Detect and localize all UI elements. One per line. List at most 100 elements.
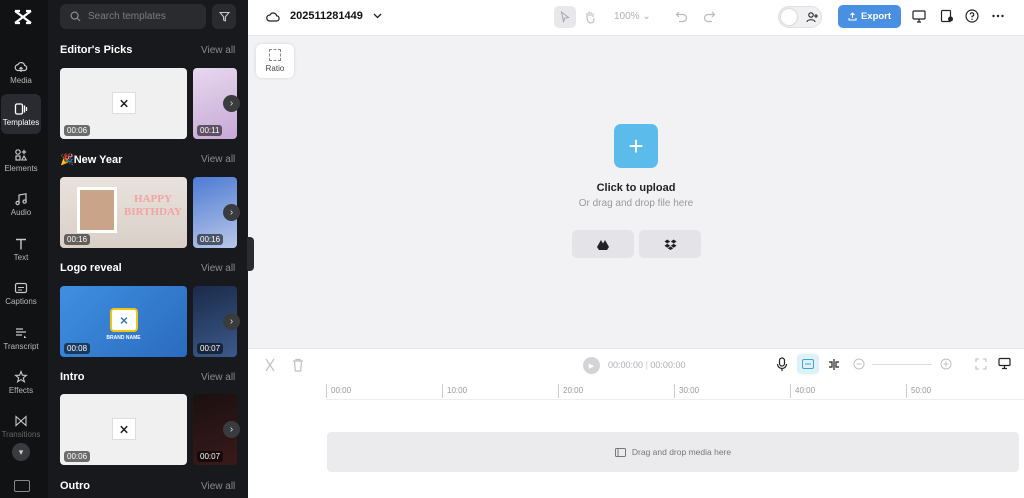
- duration-badge: 00:11: [197, 125, 223, 136]
- sidebar-item-label: Transitions: [1, 429, 41, 439]
- undo-icon[interactable]: [675, 10, 688, 23]
- media-icon: [614, 447, 626, 457]
- sidebar-item-label: Captions: [5, 296, 37, 306]
- more-options-icon[interactable]: [991, 9, 1005, 23]
- zoom-slider[interactable]: [872, 364, 932, 365]
- duration-badge: 00:07: [197, 343, 224, 354]
- sidebar-item-label: Transcript: [3, 341, 39, 351]
- project-name[interactable]: 202511281449: [290, 10, 363, 22]
- collapse-panel-handle[interactable]: [247, 237, 254, 271]
- export-button[interactable]: Export: [838, 5, 901, 28]
- current-time: 00:00:00: [608, 360, 644, 370]
- template-thumbnail[interactable]: ⨯ BRAND NAME 00:08: [60, 286, 187, 357]
- select-tool-button[interactable]: [554, 6, 576, 28]
- sidebar-item-transcript[interactable]: Transcript: [1, 318, 41, 358]
- transitions-icon: [15, 414, 27, 427]
- capcut-logo-icon[interactable]: [12, 7, 34, 27]
- zoom-in-icon[interactable]: [940, 358, 952, 370]
- sidebar-item-transitions[interactable]: Transitions: [1, 406, 41, 446]
- monitor-icon[interactable]: [998, 357, 1011, 370]
- add-user-icon: [806, 12, 818, 23]
- ruler-tick: 30:00: [674, 384, 699, 398]
- google-drive-button[interactable]: [572, 230, 634, 258]
- view-all-link[interactable]: View all: [201, 45, 235, 56]
- help-icon[interactable]: [965, 9, 979, 23]
- scroll-right-button[interactable]: ›: [223, 204, 240, 221]
- plus-icon: +: [628, 130, 644, 161]
- search-box[interactable]: [60, 4, 206, 29]
- media-drop-zone[interactable]: Drag and drop media here: [327, 432, 1019, 472]
- view-all-link[interactable]: View all: [201, 481, 235, 492]
- cloud-upload-icon: [14, 61, 28, 72]
- elements-icon: [15, 148, 28, 161]
- templates-icon: [14, 102, 28, 115]
- sidebar-item-label: Audio: [10, 207, 32, 217]
- toggle-knob: [781, 9, 797, 25]
- total-time: 00:00:00: [650, 360, 686, 370]
- section-title: 🎉New Year: [60, 154, 123, 166]
- search-icon: [70, 11, 81, 22]
- filter-button[interactable]: [212, 4, 236, 29]
- fullscreen-icon[interactable]: [975, 358, 987, 370]
- auto-caption-button[interactable]: [797, 354, 819, 374]
- collab-toggle[interactable]: [778, 6, 822, 28]
- photo-frame: [77, 187, 117, 233]
- play-button[interactable]: ▶: [583, 357, 600, 374]
- template-thumbnail[interactable]: ⨯ 00:06: [60, 68, 187, 139]
- effects-icon: [14, 369, 28, 383]
- capcut-logo-icon: ⨯: [112, 92, 136, 114]
- template-thumbnail[interactable]: ⨯ 00:06: [60, 394, 187, 465]
- template-thumbnail[interactable]: HAPPY BIRTHDAY 00:16: [60, 177, 187, 248]
- split-clip-icon[interactable]: [827, 358, 841, 371]
- zoom-out-icon[interactable]: [853, 358, 865, 370]
- cursor-icon: [560, 11, 570, 23]
- microphone-icon[interactable]: [776, 357, 788, 372]
- view-all-link[interactable]: View all: [201, 263, 235, 274]
- project-title[interactable]: 202511281449: [266, 10, 382, 22]
- duration-badge: 00:07: [197, 451, 224, 462]
- dropbox-icon: [664, 239, 676, 250]
- chevron-down-icon[interactable]: [373, 13, 382, 19]
- sidebar-item-label: Elements: [4, 163, 38, 173]
- timeline-ruler[interactable]: 00:00 10:00 20:00 30:00 40:00 50:00: [326, 384, 1024, 400]
- scroll-right-button[interactable]: ›: [223, 421, 240, 438]
- dropbox-button[interactable]: [639, 230, 701, 258]
- google-drive-icon: [597, 239, 609, 250]
- sidebar-item-effects[interactable]: Effects: [1, 362, 41, 402]
- upload-plus-button[interactable]: +: [614, 124, 658, 168]
- section-title: Editor's Picks: [60, 44, 133, 56]
- duration-badge: 00:08: [64, 343, 91, 354]
- device-check-icon[interactable]: [940, 9, 954, 23]
- filter-icon: [218, 11, 230, 22]
- scroll-right-button[interactable]: ›: [223, 313, 240, 330]
- sidebar-item-audio[interactable]: Audio: [1, 184, 41, 224]
- more-items-chevron-icon[interactable]: ▾: [12, 443, 30, 461]
- search-input[interactable]: [88, 11, 198, 22]
- sidebar-item-elements[interactable]: Elements: [1, 140, 41, 180]
- text-icon: [16, 238, 26, 249]
- section-title: Logo reveal: [60, 262, 122, 274]
- section-title: Intro: [60, 371, 85, 383]
- hand-icon[interactable]: [584, 10, 596, 24]
- redo-icon[interactable]: [703, 10, 716, 23]
- zoom-level[interactable]: 100% ⌄: [614, 11, 651, 22]
- split-icon[interactable]: [264, 358, 276, 372]
- ratio-label: Ratio: [265, 64, 285, 73]
- upload-title[interactable]: Click to upload: [536, 182, 736, 194]
- sidebar-item-text[interactable]: Text: [1, 229, 41, 269]
- sidebar-item-media[interactable]: Media: [1, 52, 41, 92]
- sidebar-item-captions[interactable]: Captions: [1, 273, 41, 313]
- templates-panel: Editor's Picks View all ⨯ 00:06 00:11 › …: [48, 0, 248, 498]
- delete-icon[interactable]: [292, 358, 304, 372]
- ratio-button[interactable]: Ratio: [256, 44, 294, 78]
- keyboard-icon[interactable]: [14, 480, 30, 492]
- sidebar-item-templates[interactable]: Templates: [1, 94, 41, 134]
- thumbnail-text: BRAND NAME: [106, 335, 141, 341]
- upload-subtitle: Or drag and drop file here: [578, 198, 694, 209]
- duration-badge: 00:06: [64, 125, 91, 136]
- view-all-link[interactable]: View all: [201, 154, 235, 165]
- view-all-link[interactable]: View all: [201, 372, 235, 383]
- present-screen-icon[interactable]: [912, 9, 926, 23]
- scroll-right-button[interactable]: ›: [223, 95, 240, 112]
- export-label: Export: [860, 11, 892, 22]
